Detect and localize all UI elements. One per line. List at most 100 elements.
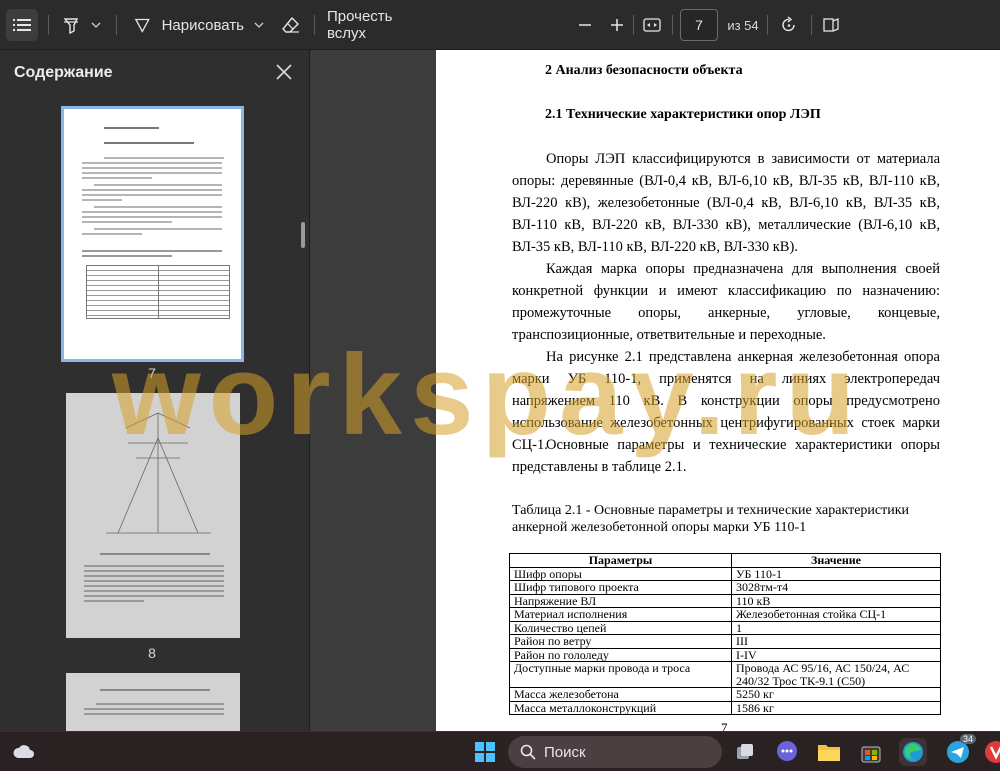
zoom-in-button[interactable]	[605, 9, 629, 41]
highlight-icon	[63, 18, 79, 34]
highlight-dropdown[interactable]	[88, 9, 104, 41]
table-cell: Шифр опоры	[509, 566, 732, 581]
draw-dropdown[interactable]	[251, 9, 267, 41]
chat-icon	[777, 741, 797, 761]
zoom-in-icon	[611, 19, 623, 31]
table-row: Масса металлоконструкций 1586 кг	[509, 700, 941, 715]
table-row: Масса железобетона 5250 кг	[509, 687, 941, 702]
contents-icon	[13, 19, 31, 31]
eraser-button[interactable]	[278, 9, 304, 41]
contents-button[interactable]	[6, 9, 38, 41]
table-cell: Железобетонная стойка СЦ-1	[731, 607, 941, 622]
table-cell: Масса железобетона	[509, 687, 732, 702]
edge-app[interactable]	[899, 738, 927, 766]
taskbar: Поиск 34	[0, 731, 1000, 771]
fit-page-button[interactable]	[639, 9, 665, 41]
page-view-icon	[823, 18, 839, 32]
table-cell: 1	[731, 620, 941, 635]
chevron-down-icon	[254, 22, 264, 28]
zoom-out-icon	[579, 24, 591, 26]
table-cell: Район по ветру	[509, 634, 732, 649]
toolbar-divider	[48, 15, 49, 35]
page-view-button[interactable]	[819, 9, 845, 41]
table-header-cell: Значение	[731, 553, 941, 568]
task-view-button[interactable]	[731, 738, 759, 766]
table-cell: УБ 110-1	[731, 566, 941, 581]
store-icon	[861, 746, 881, 763]
table-row: Шифр типового проекта 3028тм-т4	[509, 580, 941, 595]
thumbnail-number-8: 8	[148, 645, 156, 661]
highlight-button[interactable]	[58, 9, 84, 41]
sidebar-title: Содержание	[14, 64, 113, 81]
table-header-cell: Параметры	[509, 553, 732, 568]
task-view-icon	[737, 744, 753, 759]
table-cell: 3028тм-т4	[731, 580, 941, 595]
eraser-icon	[282, 16, 299, 33]
table-row: Район по гололеду I-IV	[509, 647, 941, 662]
table-cell: Шифр типового проекта	[509, 580, 732, 595]
table-cell: III	[731, 634, 941, 649]
table-cell: Масса металлоконструкций	[509, 700, 732, 715]
table-cell: Количество цепей	[509, 620, 732, 635]
search-icon	[520, 744, 536, 760]
read-aloud-button[interactable]: Прочесть вслух	[327, 8, 427, 42]
section-title: 2 Анализ безопасности объекта	[545, 63, 743, 78]
file-explorer-icon	[818, 745, 840, 761]
toolbar-divider	[767, 15, 768, 35]
toolbar-divider	[811, 15, 812, 35]
thumbnail-table-divider	[158, 265, 159, 319]
table-caption: Таблица 2.1 - Основные параметры и техни…	[512, 503, 910, 535]
table-cell: Провода АС 95/16, АС 150/24, АС 240/32 Т…	[731, 661, 941, 688]
toolbar: Нарисовать Прочесть вслух из 54	[0, 0, 1000, 50]
watermark: workspay.ru	[112, 332, 864, 459]
table-cell: 110 кВ	[731, 593, 941, 608]
page-thumbnail-7[interactable]	[61, 106, 244, 362]
page-thumbnail-9[interactable]	[66, 673, 240, 731]
chat-app[interactable]	[773, 738, 801, 766]
table-cell: Район по гололеду	[509, 647, 732, 662]
edge-icon	[903, 742, 923, 762]
start-button[interactable]	[471, 738, 499, 766]
weather-widget[interactable]	[10, 738, 38, 766]
taskbar-search-label: Поиск	[544, 743, 586, 761]
table-cell: 1586 кг	[731, 700, 941, 715]
zoom-out-button[interactable]	[573, 9, 597, 41]
toolbar-divider	[314, 15, 315, 35]
table-cell: Доступные марки провода и троса	[509, 661, 732, 688]
notification-badge: 34	[960, 734, 977, 744]
table-cell: Напряжение ВЛ	[509, 593, 732, 608]
vivaldi-icon	[985, 741, 1000, 763]
rotate-button[interactable]	[776, 9, 802, 41]
subsection-title: 2.1 Технические характеристики опор ЛЭП	[545, 107, 821, 122]
table-cell: 5250 кг	[731, 687, 941, 702]
file-explorer-app[interactable]	[815, 738, 843, 766]
table-cell: I-IV	[731, 647, 941, 662]
store-app[interactable]	[857, 738, 885, 766]
table-cell: Материал исполнения	[509, 607, 732, 622]
parameters-table: Параметры Значение Шифр опоры УБ 110-1 Ши…	[509, 553, 941, 715]
page-number-input[interactable]	[680, 9, 718, 41]
table-row: Количество цепей 1	[509, 620, 941, 635]
table-header-row: Параметры Значение	[509, 553, 941, 568]
close-sidebar-button[interactable]	[272, 60, 296, 84]
toolbar-divider	[116, 15, 117, 35]
weather-icon	[13, 745, 34, 758]
vivaldi-app[interactable]	[982, 738, 1000, 766]
table-row: Напряжение ВЛ 110 кВ	[509, 593, 941, 608]
taskbar-search[interactable]: Поиск	[508, 736, 722, 768]
close-icon	[276, 64, 292, 80]
draw-icon	[134, 18, 150, 33]
draw-label: Нарисовать	[161, 16, 244, 34]
paragraph: Опоры ЛЭП классифицируются в зависимости…	[512, 151, 940, 255]
fit-page-icon	[643, 18, 661, 32]
page-footer-number: 7	[721, 720, 728, 731]
read-aloud-label: Прочесть вслух	[327, 8, 393, 42]
sidebar-scrollbar[interactable]	[301, 222, 305, 248]
page-total: из 54	[727, 17, 759, 33]
toolbar-divider	[633, 15, 634, 35]
telegram-app[interactable]: 34	[944, 734, 977, 766]
table-row: Район по ветру III	[509, 634, 941, 649]
chevron-down-icon	[91, 22, 101, 28]
rotate-icon	[782, 16, 795, 32]
draw-button[interactable]: Нарисовать	[134, 9, 244, 41]
